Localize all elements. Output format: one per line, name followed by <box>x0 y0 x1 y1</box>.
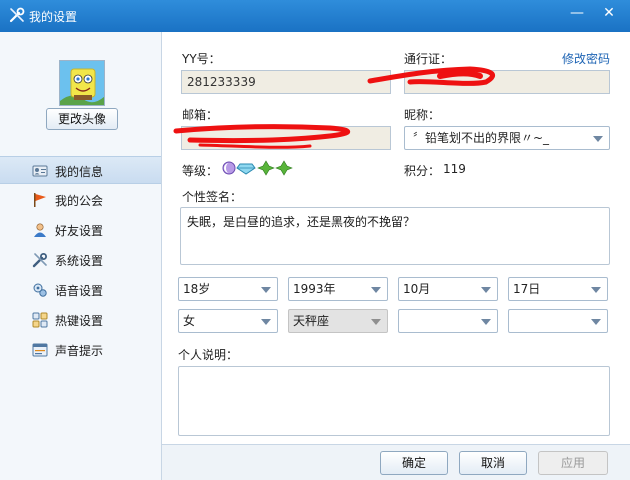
birth-day-select[interactable]: 17日 <box>508 277 608 301</box>
hotkey-icon <box>32 312 48 328</box>
passport-field[interactable] <box>404 70 610 94</box>
points-value: 119 <box>443 162 466 176</box>
chevron-down-icon <box>591 287 601 293</box>
sidebar-item-label: 语音设置 <box>55 284 104 298</box>
birth-day-value: 17日 <box>513 282 541 296</box>
tools-icon <box>32 253 47 268</box>
apply-button: 应用 <box>538 451 608 475</box>
nickname-field[interactable]: 〞铅笔划不出的界限〃~_ <box>404 126 610 150</box>
zodiac-value: 天秤座 <box>293 314 330 328</box>
moon-badge-icon <box>222 161 236 175</box>
chevron-down-icon <box>593 136 603 142</box>
green-star-badge-icon <box>257 160 275 176</box>
sidebar-item-label: 热键设置 <box>55 314 104 328</box>
sidebar-item-my-guild[interactable]: 我的公会 <box>0 186 161 214</box>
sidebar-item-hotkey-settings[interactable]: 热键设置 <box>0 306 161 334</box>
avatar[interactable] <box>59 60 105 106</box>
city-select[interactable] <box>508 309 608 333</box>
yy-number-field[interactable]: 281233339 <box>181 70 391 94</box>
ok-button[interactable]: 确定 <box>380 451 448 475</box>
level-label: 等级： <box>182 164 219 178</box>
sponge-avatar-icon <box>60 61 104 105</box>
email-label: 邮箱： <box>182 108 219 122</box>
green-star-badge-icon <box>275 160 293 176</box>
zodiac-select: 天秤座 <box>288 309 388 333</box>
sidebar-item-label: 我的信息 <box>55 165 104 179</box>
chevron-down-icon <box>371 319 381 325</box>
yy-number-label: YY号： <box>182 52 221 66</box>
minimize-button[interactable]: — <box>566 3 588 25</box>
close-button[interactable]: ✕ <box>598 3 620 25</box>
email-field[interactable] <box>181 126 391 150</box>
chevron-down-icon <box>261 287 271 293</box>
sidebar-item-label: 系统设置 <box>55 254 104 268</box>
nickname-label: 昵称： <box>404 108 441 122</box>
diamond-badge-icon <box>236 163 256 175</box>
sidebar-item-label: 我的公会 <box>55 194 104 208</box>
points-label: 积分： <box>404 164 441 178</box>
sidebar-item-friend-settings[interactable]: 好友设置 <box>0 216 161 244</box>
gender-value: 女 <box>183 314 196 328</box>
province-select[interactable] <box>398 309 498 333</box>
sidebar-item-system-settings[interactable]: 系统设置 <box>0 246 161 274</box>
signature-label: 个性签名： <box>182 190 243 204</box>
description-label: 个人说明： <box>178 348 239 362</box>
sidebar-item-my-info[interactable]: 我的信息 <box>0 156 161 184</box>
nickname-value: 〞铅笔划不出的界限〃~_ <box>413 131 550 145</box>
sidebar: 更改头像 我的信息 我的公会 好友设置 系统设置 语音设置 热键设置 声音提示 <box>0 32 162 480</box>
birth-month-value: 10月 <box>403 282 431 296</box>
sidebar-item-voice-settings[interactable]: 语音设置 <box>0 276 161 304</box>
change-password-link[interactable]: 修改密码 <box>562 50 610 67</box>
age-value: 18岁 <box>183 282 211 296</box>
age-select[interactable]: 18岁 <box>178 277 278 301</box>
passport-label: 通行证： <box>404 52 453 66</box>
sidebar-item-sound-alert[interactable]: 声音提示 <box>0 336 161 364</box>
birth-month-select[interactable]: 10月 <box>398 277 498 301</box>
description-input[interactable] <box>178 366 610 436</box>
cancel-button[interactable]: 取消 <box>459 451 527 475</box>
sidebar-item-label: 声音提示 <box>55 344 104 358</box>
birth-year-value: 1993年 <box>293 282 336 296</box>
title-bar: 我的设置 — ✕ <box>0 0 630 32</box>
voice-icon <box>33 283 47 297</box>
chevron-down-icon <box>591 319 601 325</box>
sidebar-item-label: 好友设置 <box>55 224 104 238</box>
chevron-down-icon <box>481 287 491 293</box>
signature-input[interactable]: 失眠，是白昼的追求，还是黑夜的不挽留？ <box>180 207 610 265</box>
wrench-screwdriver-icon <box>9 7 25 23</box>
profile-card-icon <box>32 165 48 177</box>
change-avatar-button[interactable]: 更改头像 <box>46 108 118 130</box>
sound-alert-icon <box>32 343 48 357</box>
flag-icon <box>34 193 46 207</box>
chevron-down-icon <box>261 319 271 325</box>
chevron-down-icon <box>371 287 381 293</box>
level-badges <box>222 160 293 176</box>
chevron-down-icon <box>481 319 491 325</box>
friend-icon <box>34 223 46 237</box>
gender-select[interactable]: 女 <box>178 309 278 333</box>
birth-year-select[interactable]: 1993年 <box>288 277 388 301</box>
window-title: 我的设置 <box>29 10 78 24</box>
